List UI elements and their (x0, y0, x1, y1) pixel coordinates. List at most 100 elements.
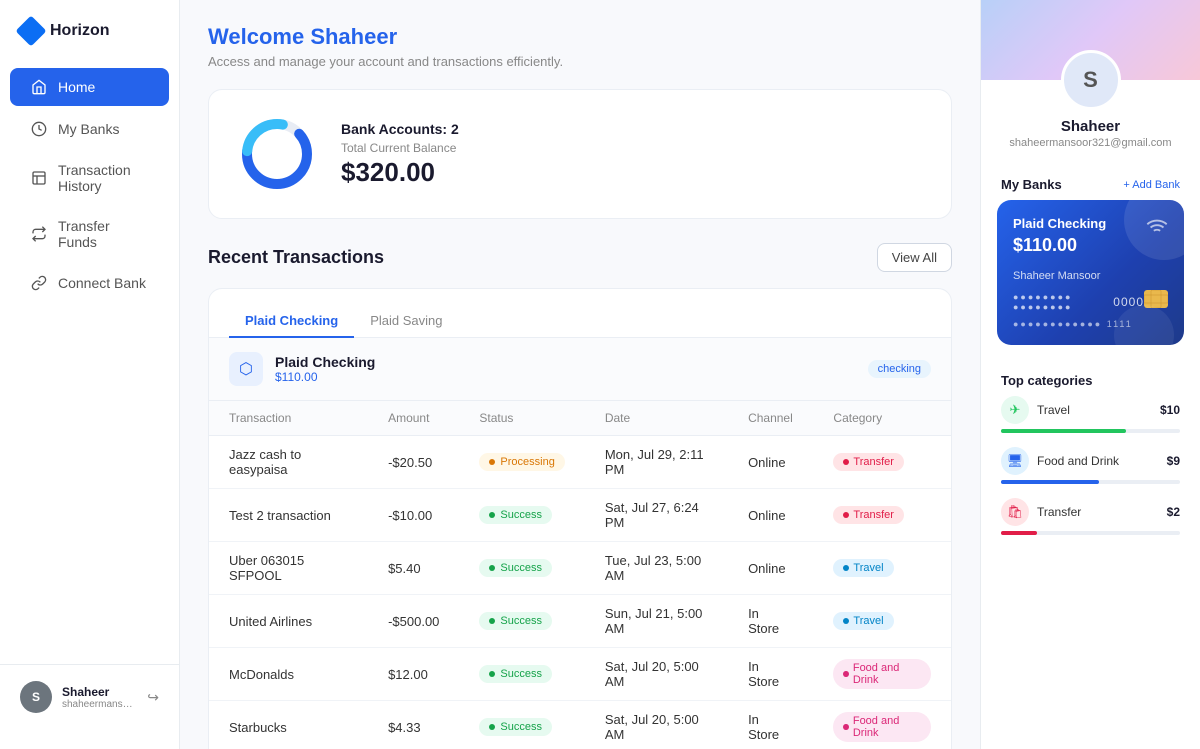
tx-name: Starbucks (209, 701, 368, 749)
sidebar-item-label-connect: Connect Bank (58, 275, 146, 291)
tx-channel: In Store (728, 595, 813, 648)
section-title: Recent Transactions (208, 247, 384, 268)
right-panel: S Shaheer shaheermansoor321@gmail.com My… (980, 0, 1200, 749)
sidebar-item-transfer-funds[interactable]: Transfer Funds (10, 208, 169, 260)
col-status: Status (459, 401, 584, 436)
tx-category: Travel (813, 542, 951, 595)
add-bank-button[interactable]: + Add Bank (1123, 179, 1180, 191)
tx-name: Uber 063015 SFPOOL (209, 542, 368, 595)
category-item: ✈ Travel $10 (1001, 396, 1180, 433)
sidebar-avatar: S (20, 681, 52, 713)
welcome-section: Welcome Shaheer Access and manage your a… (208, 24, 952, 69)
total-balance-label: Total Current Balance (341, 141, 459, 155)
bank-icon (30, 120, 48, 138)
tx-amount: -$10.00 (368, 489, 459, 542)
panel-profile: S Shaheer shaheermansoor321@gmail.com (981, 50, 1200, 165)
tx-status: Processing (459, 436, 584, 489)
transfer-icon (30, 225, 48, 243)
donut-chart (237, 114, 317, 194)
account-balance: $110.00 (275, 370, 375, 384)
my-banks-section: My Banks + Add Bank (981, 165, 1200, 200)
tx-category: Transfer (813, 489, 951, 542)
tx-date: Sat, Jul 20, 5:00 AM (585, 648, 728, 701)
account-icon: ⬡ (229, 352, 263, 386)
table-row: Test 2 transaction -$10.00 Success Sat, … (209, 489, 951, 542)
logo-text: Horizon (50, 22, 110, 40)
category-bar (1001, 429, 1126, 433)
tab-plaid-saving[interactable]: Plaid Saving (354, 305, 458, 338)
sidebar-item-label-transfer: Transfer Funds (58, 218, 149, 250)
tx-amount: $5.40 (368, 542, 459, 595)
card-chip-icon (1144, 290, 1168, 313)
tx-category: Travel (813, 595, 951, 648)
category-bar-bg (1001, 480, 1180, 484)
my-banks-label: My Banks (1001, 177, 1062, 192)
col-date: Date (585, 401, 728, 436)
card-last-digits: 0000 (1113, 295, 1144, 309)
sidebar-user-name: Shaheer (62, 685, 137, 699)
category-item: 🛍 Transfer $2 (1001, 498, 1180, 535)
sidebar-item-my-banks[interactable]: My Banks (10, 110, 169, 148)
bank-card: Plaid Checking $110.00 Shaheer Mansoor ●… (997, 200, 1184, 345)
home-icon (30, 78, 48, 96)
balance-amount: $320.00 (341, 157, 459, 188)
category-label: Transfer (1037, 505, 1081, 519)
table-row: United Airlines -$500.00 Success Sun, Ju… (209, 595, 951, 648)
tx-channel: Online (728, 542, 813, 595)
checking-badge: checking (868, 360, 931, 378)
category-label: Travel (1037, 403, 1070, 417)
tx-name: Test 2 transaction (209, 489, 368, 542)
sidebar-item-transaction-history[interactable]: Transaction History (10, 152, 169, 204)
sidebar-item-connect-bank[interactable]: Connect Bank (10, 264, 169, 302)
account-left: ⬡ Plaid Checking $110.00 (229, 352, 375, 386)
top-categories-section: Top categories (981, 361, 1200, 396)
category-item: 🖥 Food and Drink $9 (1001, 447, 1180, 484)
card-dots: ●●●●●●●● ●●●●●●●● (1013, 292, 1107, 312)
tx-date: Sun, Jul 21, 5:00 AM (585, 595, 728, 648)
tx-category: Food and Drink (813, 701, 951, 749)
card-top: Plaid Checking $110.00 (1013, 216, 1168, 256)
tx-status: Success (459, 542, 584, 595)
sidebar: Horizon Home My Banks Transaction Histor… (0, 0, 180, 749)
table-row: Uber 063015 SFPOOL $5.40 Success Tue, Ju… (209, 542, 951, 595)
transactions-table: Transaction Amount Status Date Channel C… (209, 401, 951, 749)
category-bar (1001, 480, 1099, 484)
tx-category: Food and Drink (813, 648, 951, 701)
sidebar-user-email: shaheermansoor321@gmail.com (62, 699, 137, 710)
wifi-icon (1146, 216, 1168, 243)
profile-email: shaheermansoor321@gmail.com (1009, 137, 1171, 149)
tx-status: Success (459, 648, 584, 701)
balance-info: Bank Accounts: 2 Total Current Balance $… (341, 121, 459, 188)
view-all-button[interactable]: View All (877, 243, 952, 272)
profile-avatar: S (1061, 50, 1121, 110)
tab-plaid-checking[interactable]: Plaid Checking (229, 305, 354, 338)
logout-icon[interactable]: ↪ (147, 689, 159, 706)
connect-icon (30, 274, 48, 292)
card-bottom-number: ●●●●●●●●●●●● 1111 (1013, 319, 1168, 329)
category-amount: $10 (1160, 403, 1180, 417)
tx-status: Success (459, 701, 584, 749)
category-label: Food and Drink (1037, 454, 1119, 468)
tx-status: Success (459, 489, 584, 542)
category-bar-bg (1001, 429, 1180, 433)
category-icon: 🖥 (1001, 447, 1029, 475)
card-bank-name: Plaid Checking (1013, 216, 1106, 231)
section-header: Recent Transactions View All (208, 243, 952, 272)
account-details: Plaid Checking $110.00 (275, 354, 375, 384)
card-holder: Shaheer Mansoor (1013, 270, 1168, 282)
table-header-row: Transaction Amount Status Date Channel C… (209, 401, 951, 436)
category-amount: $9 (1167, 454, 1180, 468)
tx-date: Mon, Jul 29, 2:11 PM (585, 436, 728, 489)
account-tabs: Plaid Checking Plaid Saving (209, 289, 951, 338)
card-balance: $110.00 (1013, 235, 1106, 256)
tx-amount: $4.33 (368, 701, 459, 749)
category-bar (1001, 531, 1037, 535)
table-row: McDonalds $12.00 Success Sat, Jul 20, 5:… (209, 648, 951, 701)
sidebar-item-home[interactable]: Home (10, 68, 169, 106)
transactions-card: Plaid Checking Plaid Saving ⬡ Plaid Chec… (208, 288, 952, 749)
logo: Horizon (0, 20, 179, 66)
categories-list: ✈ Travel $10 🖥 Food and Drink $9 🛍 Trans… (981, 396, 1200, 565)
category-amount: $2 (1167, 505, 1180, 519)
tx-name: United Airlines (209, 595, 368, 648)
tx-date: Sat, Jul 20, 5:00 AM (585, 701, 728, 749)
